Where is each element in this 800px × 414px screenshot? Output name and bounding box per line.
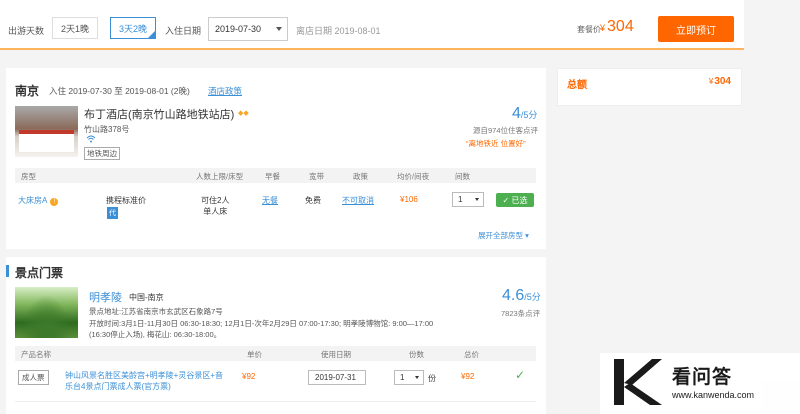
book-now-button[interactable]: 立即预订 (658, 16, 734, 42)
watermark-logo-icon (614, 359, 662, 405)
header-broadband: 宽带 (309, 172, 324, 181)
scenic-photo[interactable] (15, 287, 78, 338)
header-product: 产品名称 (21, 350, 51, 359)
currency-symbol: ¥ (600, 23, 606, 33)
occupancy: 可住2人单人床 (201, 195, 229, 217)
check-icon: ✓ (515, 368, 526, 382)
checkin-date-select[interactable]: 2019-07-30 (208, 17, 288, 41)
total-label: 总额 (567, 80, 587, 91)
scenic-region: 中国-南京 (129, 293, 164, 302)
checkout-date: 离店日期 2019-08-01 (296, 26, 381, 36)
hotel-quote: “离地铁近 位置好” (466, 139, 526, 148)
scenic-name[interactable]: 明孝陵 (89, 289, 122, 305)
info-icon[interactable]: ! (50, 198, 59, 206)
header-use-date: 使用日期 (321, 350, 351, 359)
option-2d1n[interactable]: 2天1晚 (52, 17, 98, 39)
scenic-hours: 开放时间:3月1日-11月30日 06:30-18:30; 12月1日-次年2月… (89, 319, 434, 339)
hotel-score-value: 4 (512, 105, 521, 122)
ticket-table-header: 产品名称 单价 使用日期 份数 总价 (15, 346, 536, 361)
total-amount: 304 (714, 76, 731, 87)
agent-tag: 代 (107, 207, 118, 219)
expand-rooms-link[interactable]: 展开全部房型 ▾ (478, 230, 529, 241)
package-price-value: 304 (607, 18, 634, 35)
watermark: 看问答 www.kanwenda.com (600, 353, 800, 414)
header-occupancy: 人数上限/床型 (196, 172, 244, 181)
header-unit-price: 单价 (247, 350, 262, 359)
header-room-type: 房型 (21, 172, 36, 181)
package-price-label: 套餐价 (577, 25, 601, 34)
total-summary: 总额 ¥304 (557, 68, 742, 106)
chevron-down-icon (415, 376, 419, 379)
hotel-score-suffix: /5分 (520, 110, 538, 120)
scenic-score: 4.6/5分 (502, 287, 541, 305)
ticket-qty-value: 1 (400, 373, 405, 382)
crown-icon: ◆◆ (238, 110, 249, 117)
scenic-reviews[interactable]: 7823条点评 (501, 308, 540, 319)
hotel-policy-link[interactable]: 酒店政策 (208, 85, 242, 97)
use-date-input[interactable]: 2019-07-31 (308, 370, 366, 385)
broadband-info: 免费 (305, 196, 321, 205)
header-rooms: 间数 (455, 172, 470, 181)
package-price: ¥304 (600, 18, 634, 36)
checkin-date-value: 2019-07-30 (215, 24, 262, 34)
scenic-score-suffix: /5分 (524, 292, 541, 302)
header-policy: 政策 (353, 172, 368, 181)
header-qty: 份数 (409, 350, 424, 359)
scenic-title: 景点门票 (5, 265, 64, 280)
cancel-policy[interactable]: 不可取消 (342, 195, 374, 206)
bed-type: 单人床 (203, 207, 228, 216)
total-value: ¥304 (709, 76, 731, 87)
main-panel: 南京 入住 2019-07-30 至 2019-08-01 (2晚) 酒店政策 … (5, 68, 546, 414)
hotel-reviews[interactable]: 源自974位住客点评 (473, 125, 538, 136)
room-type[interactable]: 大床房A! (18, 195, 59, 206)
room-table-header: 房型 人数上限/床型 早餐 宽带 政策 均价/间夜 间数 (15, 168, 536, 183)
chevron-down-icon (276, 27, 282, 31)
qty-unit: 份 (428, 374, 436, 383)
hotel-name[interactable]: 布丁酒店(南京竹山路地铁站店) (84, 106, 234, 122)
header-total: 总价 (464, 350, 479, 359)
header-breakfast: 早餐 (265, 172, 280, 181)
option-3d2n[interactable]: 3天2晚 (110, 17, 156, 39)
currency-symbol: ¥ (708, 77, 714, 86)
room-qty-select[interactable]: 1 (452, 192, 484, 207)
days-label: 出游天数 (8, 26, 45, 36)
breakfast-info[interactable]: 无餐 (262, 195, 278, 206)
booking-bar: 出游天数 2天1晚 3天2晚 入住日期 2019-07-30 离店日期 2019… (0, 0, 744, 50)
hotel-address: 竹山路378号 (84, 125, 130, 134)
ticket-price: ¥92 (242, 372, 256, 381)
hotel-photo[interactable] (15, 106, 78, 157)
room-type-label[interactable]: 大床房A (18, 196, 47, 205)
scenic-score-value: 4.6 (502, 287, 525, 304)
header-avg-price: 均价/间夜 (397, 172, 430, 181)
room-rate: ¥106 (400, 195, 418, 204)
stay-info: 入住 2019-07-30 至 2019-08-01 (2晚) (49, 86, 190, 96)
ticket-total: ¥92 (461, 372, 475, 381)
standard-price: 携程标准价 (106, 196, 146, 205)
near-metro-tag: 地铁周边 (84, 147, 120, 160)
ticket-qty-select[interactable]: 1 (394, 370, 424, 385)
adult-ticket-tag: 成人票 (18, 370, 49, 385)
divider (15, 401, 536, 402)
checkin-label: 入住日期 (165, 26, 202, 36)
watermark-url: www.kanwenda.com (672, 390, 755, 400)
hotel-score: 4/5分 (512, 105, 537, 123)
scenic-address: 景点地址:江苏省南京市玄武区石象路7号 (89, 307, 223, 316)
ticket-product[interactable]: 钟山风景名胜区美龄宫+明孝陵+灵谷景区+音乐台4景点门票成人票(官方票) (65, 370, 225, 392)
occupancy-people: 可住2人 (201, 196, 230, 205)
room-qty-value: 1 (458, 195, 463, 204)
selected-button[interactable]: ✓ 已选 (496, 193, 534, 207)
watermark-text: 看问答 (672, 367, 733, 388)
chevron-down-icon (475, 198, 479, 201)
section-divider (6, 249, 546, 257)
wifi-icon (86, 135, 96, 145)
city-title: 南京 (15, 84, 40, 98)
